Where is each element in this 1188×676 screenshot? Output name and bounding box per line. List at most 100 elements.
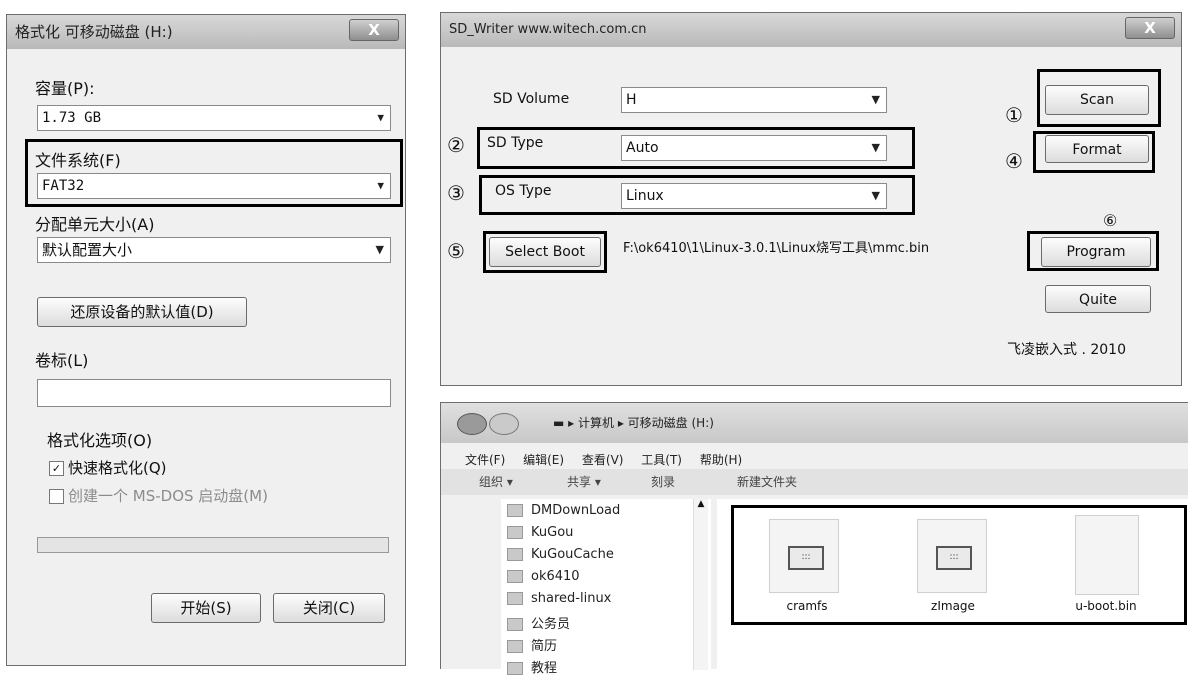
list-item[interactable]: 教程 <box>507 657 557 676</box>
breadcrumb: ▬ ▸ 计算机 ▸ 可移动磁盘 (H:) <box>553 416 714 430</box>
menu-tools[interactable]: 工具(T) <box>641 453 682 467</box>
chevron-down-icon: ▼ <box>377 111 384 124</box>
format-options-label: 格式化选项(O) <box>47 431 153 450</box>
restore-defaults-button[interactable]: 还原设备的默认值(D) <box>37 297 247 327</box>
close-icon[interactable]: X <box>349 19 399 41</box>
allocation-size-select[interactable]: 默认配置大小 ▼ <box>37 237 391 263</box>
allocation-size-value: 默认配置大小 <box>42 241 133 259</box>
list-item[interactable]: KuGou <box>507 525 573 540</box>
format-highlight <box>1033 131 1155 173</box>
menu-edit[interactable]: 编辑(E) <box>523 453 564 467</box>
start-button[interactable]: 开始(S) <box>151 593 261 623</box>
menu-file[interactable]: 文件(F) <box>465 453 505 467</box>
sd-writer-window: SD_Writer www.witech.com.cn X SD Volume … <box>440 12 1182 386</box>
file-icon: ::: <box>917 519 987 593</box>
list-item[interactable]: 简历 <box>507 635 557 654</box>
list-item[interactable]: ok6410 <box>507 569 580 584</box>
format-dialog-title: 格式化 可移动磁盘 (H:) <box>15 23 173 41</box>
marker-5: ⑤ <box>447 239 465 263</box>
file-name: u-boot.bin <box>1075 599 1137 613</box>
folder-icon <box>507 618 523 631</box>
folder-icon: ▬ ▸ <box>553 416 578 430</box>
file-system-highlight <box>25 139 403 207</box>
menu-help[interactable]: 帮助(H) <box>700 453 742 467</box>
quick-format-checkbox[interactable]: ✓ 快速格式化(Q) <box>49 457 167 478</box>
sd-volume-value: H <box>626 92 637 108</box>
marker-2: ② <box>447 133 465 157</box>
scan-highlight <box>1037 69 1161 127</box>
capacity-value: 1.73 GB <box>42 110 102 126</box>
list-item[interactable]: DMDownLoad <box>507 503 620 518</box>
sd-volume-label: SD Volume <box>493 91 570 107</box>
allocation-size-label: 分配单元大小(A) <box>35 215 155 234</box>
quick-format-label: 快速格式化(Q) <box>68 459 167 477</box>
folder-icon <box>507 526 523 539</box>
checkbox-icon <box>49 489 64 504</box>
chevron-down-icon: ▼ <box>375 243 384 256</box>
breadcrumb-computer[interactable]: 计算机 <box>578 416 614 430</box>
breadcrumb-drive[interactable]: 可移动磁盘 (H:) <box>628 416 714 430</box>
sd-volume-select[interactable]: H ▼ <box>621 87 887 113</box>
folder-icon <box>507 548 523 561</box>
folder-label: 简历 <box>531 639 558 654</box>
company-footer: 飞凌嵌入式 . 2010 <box>1007 342 1126 358</box>
organize-button[interactable]: 组织 ▾ <box>479 469 513 495</box>
navigation-pane: DMDownLoad KuGou KuGouCache ok6410 share… <box>501 499 711 676</box>
share-button[interactable]: 共享 ▾ <box>567 469 601 495</box>
format-dialog-titlebar: 格式化 可移动磁盘 (H:) X <box>7 15 405 49</box>
marker-3: ③ <box>447 181 465 205</box>
close-icon[interactable]: X <box>1125 17 1175 39</box>
list-item[interactable]: 公务员 <box>507 613 570 632</box>
file-item-zimage[interactable]: ::: zImage <box>893 513 1013 613</box>
folder-label: DMDownLoad <box>531 503 621 518</box>
quite-button[interactable]: Quite <box>1045 285 1151 313</box>
folder-icon <box>507 504 523 517</box>
marker-6: ⑥ <box>1103 211 1118 230</box>
command-bar: 组织 ▾ 共享 ▾ 刻录 新建文件夹 <box>441 469 1188 495</box>
capacity-label: 容量(P): <box>35 79 95 98</box>
program-highlight <box>1027 231 1159 271</box>
explorer-addressbar: ▬ ▸ 计算机 ▸ 可移动磁盘 (H:) <box>441 403 1188 443</box>
menu-view[interactable]: 查看(V) <box>582 453 624 467</box>
capacity-select[interactable]: 1.73 GB ▼ <box>37 105 391 131</box>
file-item-uboot[interactable]: u-boot.bin <box>1041 513 1171 613</box>
file-name: cramfs <box>786 599 828 613</box>
file-icon-glyph: ::: <box>788 546 824 570</box>
volume-label-label: 卷标(L) <box>35 351 89 370</box>
file-area: ::: cramfs ::: zImage u-boot.bin <box>717 499 1188 670</box>
msdos-boot-checkbox: 创建一个 MS-DOS 启动盘(M) <box>49 485 268 506</box>
volume-label-input[interactable] <box>37 379 391 407</box>
marker-1: ① <box>1005 103 1023 127</box>
folder-label: shared-linux <box>531 591 612 606</box>
os-type-highlight <box>479 175 915 215</box>
msdos-boot-label: 创建一个 MS-DOS 启动盘(M) <box>68 487 268 505</box>
sd-writer-title: SD_Writer www.witech.com.cn <box>449 22 647 37</box>
scrollbar[interactable]: ▲ <box>693 499 708 670</box>
chevron-down-icon: ▼ <box>871 93 880 106</box>
list-item[interactable]: KuGouCache <box>507 547 614 562</box>
file-icon-glyph: ::: <box>936 546 972 570</box>
file-icon <box>1075 515 1139 595</box>
menu-bar: 文件(F) 编辑(E) 查看(V) 工具(T) 帮助(H) <box>465 451 742 468</box>
new-folder-button[interactable]: 新建文件夹 <box>737 469 797 495</box>
marker-4: ④ <box>1005 149 1023 173</box>
close-button[interactable]: 关闭(C) <box>273 593 385 623</box>
forward-icon[interactable] <box>489 413 519 435</box>
sd-type-highlight <box>477 127 915 169</box>
folder-icon <box>507 592 523 605</box>
file-name: zImage <box>931 599 975 613</box>
checkmark-icon: ✓ <box>49 461 64 476</box>
file-item-cramfs[interactable]: ::: cramfs <box>747 513 867 613</box>
file-icon: ::: <box>769 519 839 593</box>
folder-label: KuGou <box>531 525 574 540</box>
explorer-window: ▬ ▸ 计算机 ▸ 可移动磁盘 (H:) 文件(F) 编辑(E) 查看(V) 工… <box>440 402 1188 676</box>
format-dialog: 格式化 可移动磁盘 (H:) X 容量(P): 1.73 GB ▼ 文件系统(F… <box>6 14 406 666</box>
sd-writer-titlebar: SD_Writer www.witech.com.cn X <box>441 13 1181 47</box>
back-icon[interactable] <box>457 413 487 435</box>
folder-label: 公务员 <box>531 617 571 632</box>
folder-icon <box>507 570 523 583</box>
folder-label: KuGouCache <box>531 547 614 562</box>
folder-icon <box>507 640 523 653</box>
list-item[interactable]: shared-linux <box>507 591 611 606</box>
burn-button[interactable]: 刻录 <box>651 469 675 495</box>
